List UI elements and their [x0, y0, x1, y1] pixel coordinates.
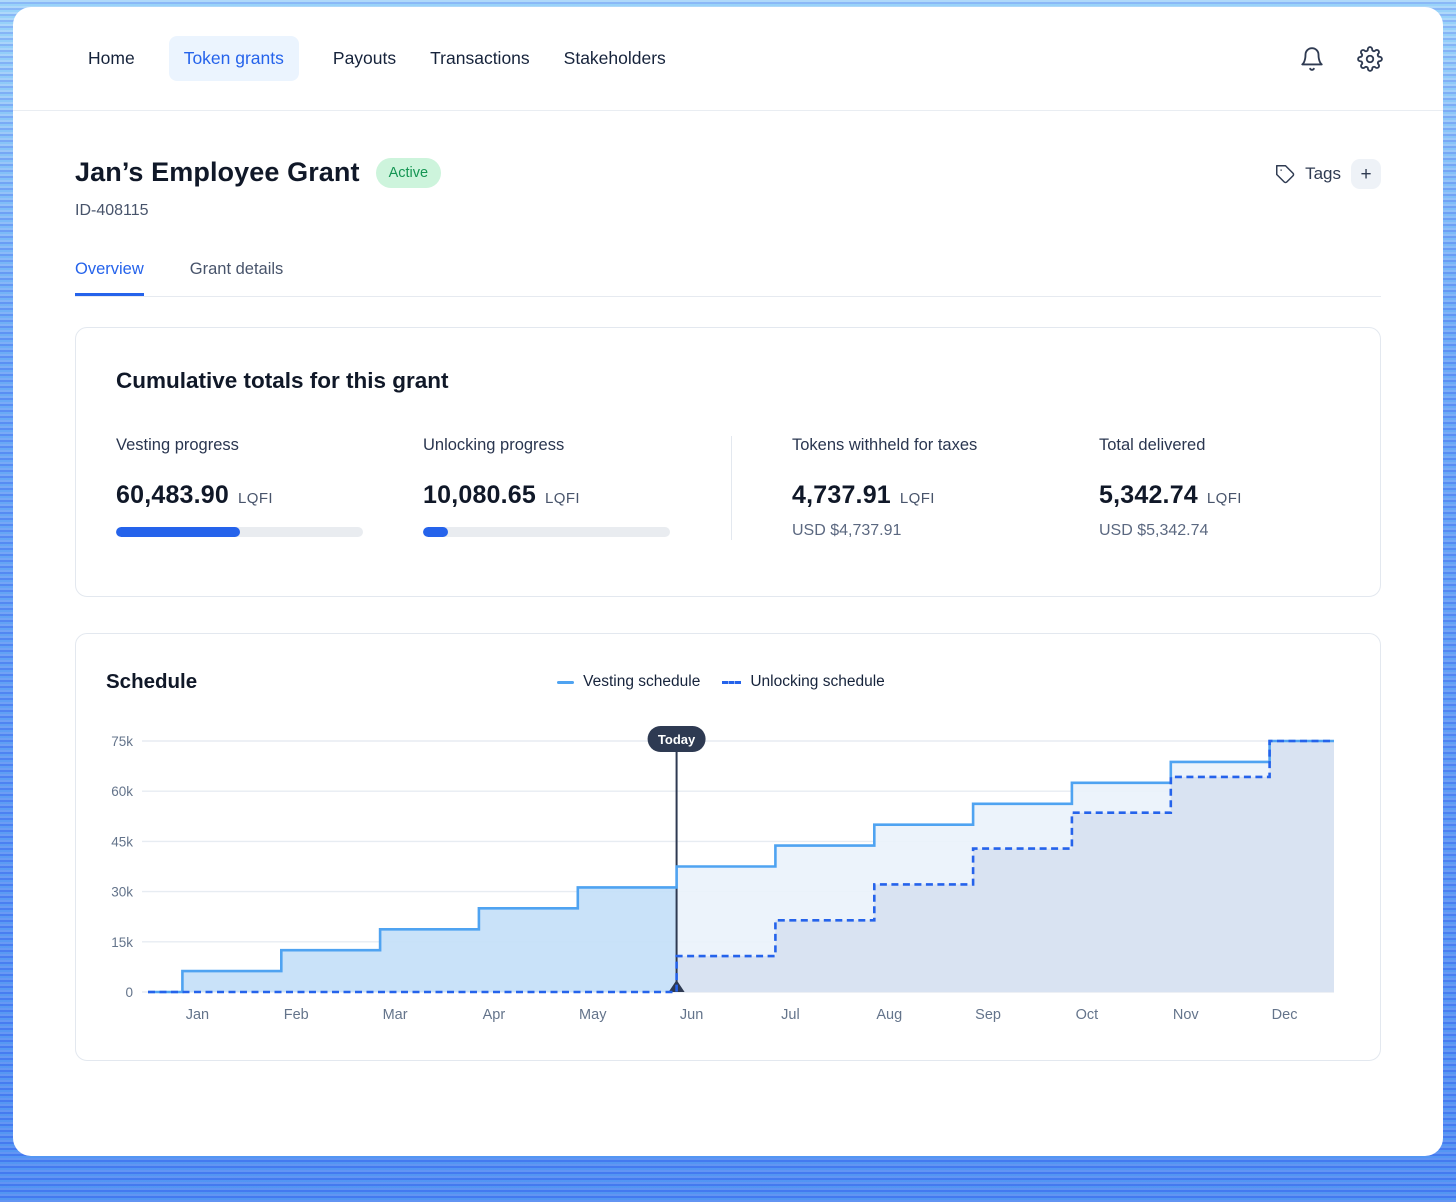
decorative-frame: Home Token grants Payouts Transactions S…: [0, 0, 1456, 1202]
svg-text:Sep: Sep: [975, 1007, 1001, 1023]
legend-vesting: Vesting schedule: [557, 673, 700, 691]
vesting-line-swatch: [557, 681, 574, 684]
svg-text:60k: 60k: [111, 784, 133, 799]
svg-text:Today: Today: [658, 732, 696, 747]
metric-label: Unlocking progress: [423, 436, 731, 455]
svg-text:30k: 30k: [111, 885, 133, 900]
tab-overview[interactable]: Overview: [75, 260, 144, 296]
metric-label: Vesting progress: [116, 436, 423, 455]
gear-icon[interactable]: [1357, 46, 1383, 72]
metric-unit: LQFI: [545, 490, 580, 507]
svg-text:Jan: Jan: [186, 1007, 209, 1023]
svg-text:Mar: Mar: [383, 1007, 408, 1023]
metric-unit: LQFI: [900, 490, 935, 507]
top-navigation: Home Token grants Payouts Transactions S…: [13, 7, 1443, 111]
grant-id: ID-408115: [75, 202, 441, 220]
page-header: Jan’s Employee Grant Active ID-408115 Ta…: [75, 157, 1381, 220]
schedule-chart: 0 15k 30k 45k 60k 75k Jan Feb Mar Apr May Jun Jul Aug…: [90, 709, 1362, 1049]
tags-label: Tags: [1305, 164, 1341, 184]
main-nav: Home Token grants Payouts Transactions S…: [88, 36, 666, 81]
totals-title: Cumulative totals for this grant: [116, 368, 1340, 394]
app-window: Home Token grants Payouts Transactions S…: [13, 7, 1443, 1156]
metric-value: 5,342.74: [1099, 481, 1198, 510]
svg-text:Nov: Nov: [1173, 1007, 1200, 1023]
cumulative-totals-card: Cumulative totals for this grant Vesting…: [75, 327, 1381, 597]
tags-group: Tags +: [1275, 159, 1381, 189]
vesting-progress-bar: [116, 527, 363, 537]
metric-unlocking-progress: Unlocking progress 10,080.65 LQFI: [423, 436, 731, 540]
schedule-header: Schedule Vesting schedule Unlocking sche…: [106, 670, 1380, 694]
schedule-card: Schedule Vesting schedule Unlocking sche…: [75, 633, 1381, 1061]
svg-text:Jul: Jul: [781, 1007, 800, 1023]
tab-bar: Overview Grant details: [75, 260, 1381, 297]
metric-value: 4,737.91: [792, 481, 891, 510]
metric-usd: USD $5,342.74: [1099, 522, 1242, 540]
metric-value: 60,483.90: [116, 481, 229, 510]
nav-item-transactions[interactable]: Transactions: [430, 36, 530, 81]
legend-label: Vesting schedule: [583, 673, 700, 691]
svg-text:Feb: Feb: [284, 1007, 309, 1023]
legend-unlocking: Unlocking schedule: [722, 673, 884, 691]
svg-text:0: 0: [125, 985, 133, 1000]
metric-unit: LQFI: [238, 490, 273, 507]
svg-text:Dec: Dec: [1272, 1007, 1298, 1023]
legend-label: Unlocking schedule: [750, 673, 884, 691]
svg-text:75k: 75k: [111, 734, 133, 749]
nav-item-payouts[interactable]: Payouts: [333, 36, 396, 81]
nav-item-home[interactable]: Home: [88, 36, 135, 81]
svg-text:May: May: [579, 1007, 607, 1023]
tag-icon: [1275, 164, 1296, 185]
svg-text:Jun: Jun: [680, 1007, 703, 1023]
chart-legend: Vesting schedule Unlocking schedule: [557, 673, 885, 691]
page-title: Jan’s Employee Grant: [75, 157, 360, 188]
svg-text:Apr: Apr: [483, 1007, 506, 1023]
tags-button[interactable]: Tags: [1275, 164, 1341, 185]
status-badge: Active: [376, 158, 442, 188]
metric-unit: LQFI: [1207, 490, 1242, 507]
svg-text:45k: 45k: [111, 834, 133, 849]
nav-item-token-grants[interactable]: Token grants: [169, 36, 299, 81]
tab-grant-details[interactable]: Grant details: [190, 260, 284, 296]
metric-label: Tokens withheld for taxes: [792, 436, 1099, 455]
add-tag-button[interactable]: +: [1351, 159, 1381, 189]
svg-text:15k: 15k: [111, 935, 133, 950]
bell-icon[interactable]: [1299, 46, 1325, 72]
nav-item-stakeholders[interactable]: Stakeholders: [564, 36, 666, 81]
metric-vesting-progress: Vesting progress 60,483.90 LQFI: [116, 436, 423, 540]
header-actions: [1299, 46, 1383, 72]
metric-usd: USD $4,737.91: [792, 522, 1099, 540]
unlocking-line-swatch: [722, 681, 741, 684]
metric-total-delivered: Total delivered 5,342.74 LQFI USD $5,342…: [1099, 436, 1242, 540]
svg-text:Aug: Aug: [876, 1007, 902, 1023]
metric-value: 10,080.65: [423, 481, 536, 510]
main-content: Jan’s Employee Grant Active ID-408115 Ta…: [13, 157, 1443, 1061]
grant-heading: Jan’s Employee Grant Active ID-408115: [75, 157, 441, 220]
metrics-row: Vesting progress 60,483.90 LQFI Unlockin…: [116, 436, 1340, 540]
metric-tokens-withheld: Tokens withheld for taxes 4,737.91 LQFI …: [792, 436, 1099, 540]
metrics-divider: [731, 436, 732, 540]
svg-text:Oct: Oct: [1076, 1007, 1099, 1023]
metric-label: Total delivered: [1099, 436, 1242, 455]
unlocking-progress-bar: [423, 527, 670, 537]
schedule-title: Schedule: [106, 670, 197, 694]
step-area-chart: 0 15k 30k 45k 60k 75k Jan Feb Mar Apr May Jun Jul Aug…: [90, 709, 1362, 1049]
